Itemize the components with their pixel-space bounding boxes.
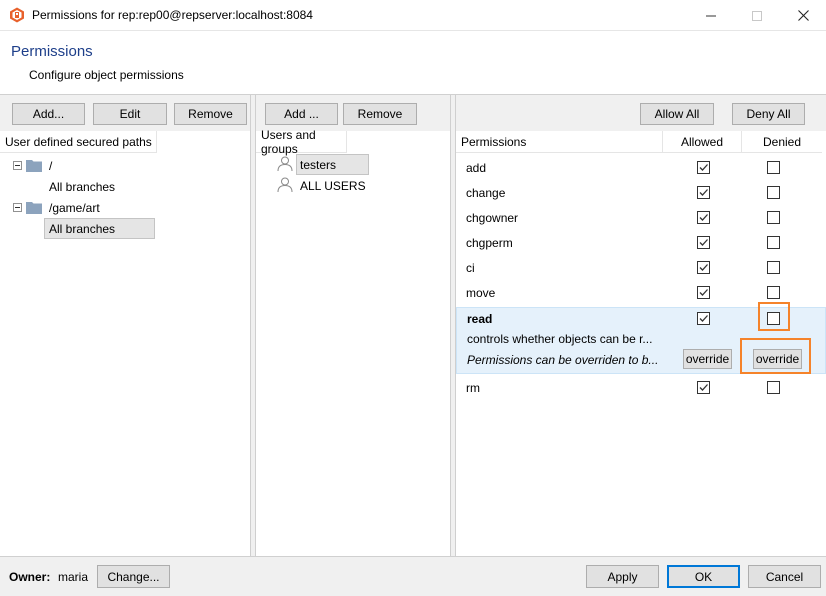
permission-name: read: [467, 312, 493, 326]
minimize-icon: [706, 15, 716, 16]
users-groups-pane: Add ... Remove Users and groups testers …: [255, 95, 451, 556]
allowed-column-header[interactable]: Allowed: [663, 131, 741, 153]
secured-paths-pane: Add... Edit Remove User defined secured …: [0, 95, 251, 556]
permission-row-chgperm: chgperm: [456, 231, 826, 256]
denied-checkbox[interactable]: [767, 161, 780, 174]
dialog-footer: Owner: maria Change... Apply OK Cancel: [0, 556, 826, 596]
denied-checkbox[interactable]: [767, 236, 780, 249]
permission-name: chgowner: [466, 211, 519, 225]
override-allowed-button[interactable]: override: [683, 349, 732, 369]
denied-checkbox[interactable]: [767, 261, 780, 274]
denied-checkbox[interactable]: [767, 286, 780, 299]
denied-column-header[interactable]: Denied: [742, 131, 822, 153]
user-icon: [277, 156, 293, 172]
close-icon: [797, 10, 809, 21]
allowed-checkbox[interactable]: [697, 236, 710, 249]
allowed-checkbox[interactable]: [697, 211, 710, 224]
folder-icon: [26, 160, 42, 172]
user-item-testers[interactable]: testers: [300, 155, 336, 175]
denied-checkbox[interactable]: [767, 211, 780, 224]
remove-path-button[interactable]: Remove: [174, 103, 247, 125]
owner-value: maria: [58, 570, 89, 584]
title-bar: Permissions for rep:rep00@repserver:loca…: [0, 0, 826, 31]
maximize-icon: [752, 10, 762, 21]
paths-toolbar: Add... Edit Remove: [0, 95, 250, 131]
owner-label: Owner:: [9, 570, 51, 584]
column-separator: [156, 131, 157, 153]
users-column-header[interactable]: Users and groups: [256, 128, 346, 156]
tree-branch-item[interactable]: All branches: [49, 177, 115, 197]
permission-name: add: [466, 161, 487, 175]
page-subtitle: Configure object permissions: [29, 68, 184, 82]
permission-row-change: change: [456, 181, 826, 206]
highlight-denied-checkbox: [758, 302, 790, 331]
deny-all-button[interactable]: Deny All: [732, 103, 805, 125]
ok-button[interactable]: OK: [667, 565, 740, 588]
permissions-column-header[interactable]: Permissions: [456, 131, 662, 153]
allowed-checkbox[interactable]: [697, 261, 710, 274]
tree-path-root[interactable]: /: [49, 156, 52, 176]
paths-column-header[interactable]: User defined secured paths: [0, 131, 156, 153]
denied-checkbox[interactable]: [767, 381, 780, 394]
override-note: Permissions can be overriden to b...: [467, 353, 659, 367]
permission-row-ci: ci: [456, 256, 826, 281]
checkmark-icon: [699, 214, 708, 221]
tree-path-game-art[interactable]: /game/art: [49, 198, 100, 218]
main-area: Add... Edit Remove User defined secured …: [0, 94, 826, 556]
add-user-button[interactable]: Add ...: [265, 103, 338, 125]
allowed-checkbox[interactable]: [697, 286, 710, 299]
checkmark-icon: [699, 384, 708, 391]
apply-button[interactable]: Apply: [586, 565, 659, 588]
permission-name: move: [466, 286, 496, 300]
permission-name: chgperm: [466, 236, 513, 250]
plastic-app-icon: [10, 7, 24, 23]
allowed-checkbox[interactable]: [697, 381, 710, 394]
users-toolbar: Add ... Remove: [256, 95, 450, 131]
column-separator: [346, 131, 347, 153]
add-path-button[interactable]: Add...: [12, 103, 85, 125]
tree-branch-item-selected[interactable]: All branches: [49, 219, 115, 239]
checkmark-icon: [699, 315, 708, 322]
maximize-button[interactable]: [734, 0, 780, 31]
allowed-checkbox[interactable]: [697, 312, 710, 325]
permission-name: rm: [466, 381, 480, 395]
permission-row-rm: rm: [456, 376, 826, 401]
permission-row-add: add: [456, 156, 826, 181]
checkmark-icon: [699, 164, 708, 171]
edit-path-button[interactable]: Edit: [93, 103, 167, 125]
permissions-toolbar: Allow All Deny All: [456, 95, 826, 131]
user-item-all-users[interactable]: ALL USERS: [300, 176, 366, 196]
allowed-checkbox[interactable]: [697, 186, 710, 199]
denied-checkbox[interactable]: [767, 186, 780, 199]
checkmark-icon: [699, 239, 708, 246]
minimize-button[interactable]: [688, 0, 734, 31]
window-title: Permissions for rep:rep00@repserver:loca…: [32, 8, 313, 22]
permission-description: controls whether objects can be r...: [467, 332, 653, 346]
dialog-header: Permissions Configure object permissions: [0, 31, 826, 94]
change-owner-button[interactable]: Change...: [97, 565, 170, 588]
highlight-override-button: [740, 338, 811, 374]
page-title: Permissions: [11, 43, 93, 60]
user-icon: [277, 177, 293, 193]
permission-name: change: [466, 186, 506, 200]
permissions-pane: Allow All Deny All Permissions Allowed D…: [455, 95, 826, 556]
permission-row-chgowner: chgowner: [456, 206, 826, 231]
folder-icon: [26, 202, 42, 214]
allowed-checkbox[interactable]: [697, 161, 710, 174]
remove-user-button[interactable]: Remove: [343, 103, 417, 125]
checkmark-icon: [699, 264, 708, 271]
allow-all-button[interactable]: Allow All: [640, 103, 714, 125]
collapse-toggle[interactable]: [13, 161, 22, 170]
collapse-toggle[interactable]: [13, 203, 22, 212]
close-button[interactable]: [780, 0, 826, 31]
checkmark-icon: [699, 189, 708, 196]
checkmark-icon: [699, 289, 708, 296]
permission-name: ci: [466, 261, 475, 275]
cancel-button[interactable]: Cancel: [748, 565, 821, 588]
